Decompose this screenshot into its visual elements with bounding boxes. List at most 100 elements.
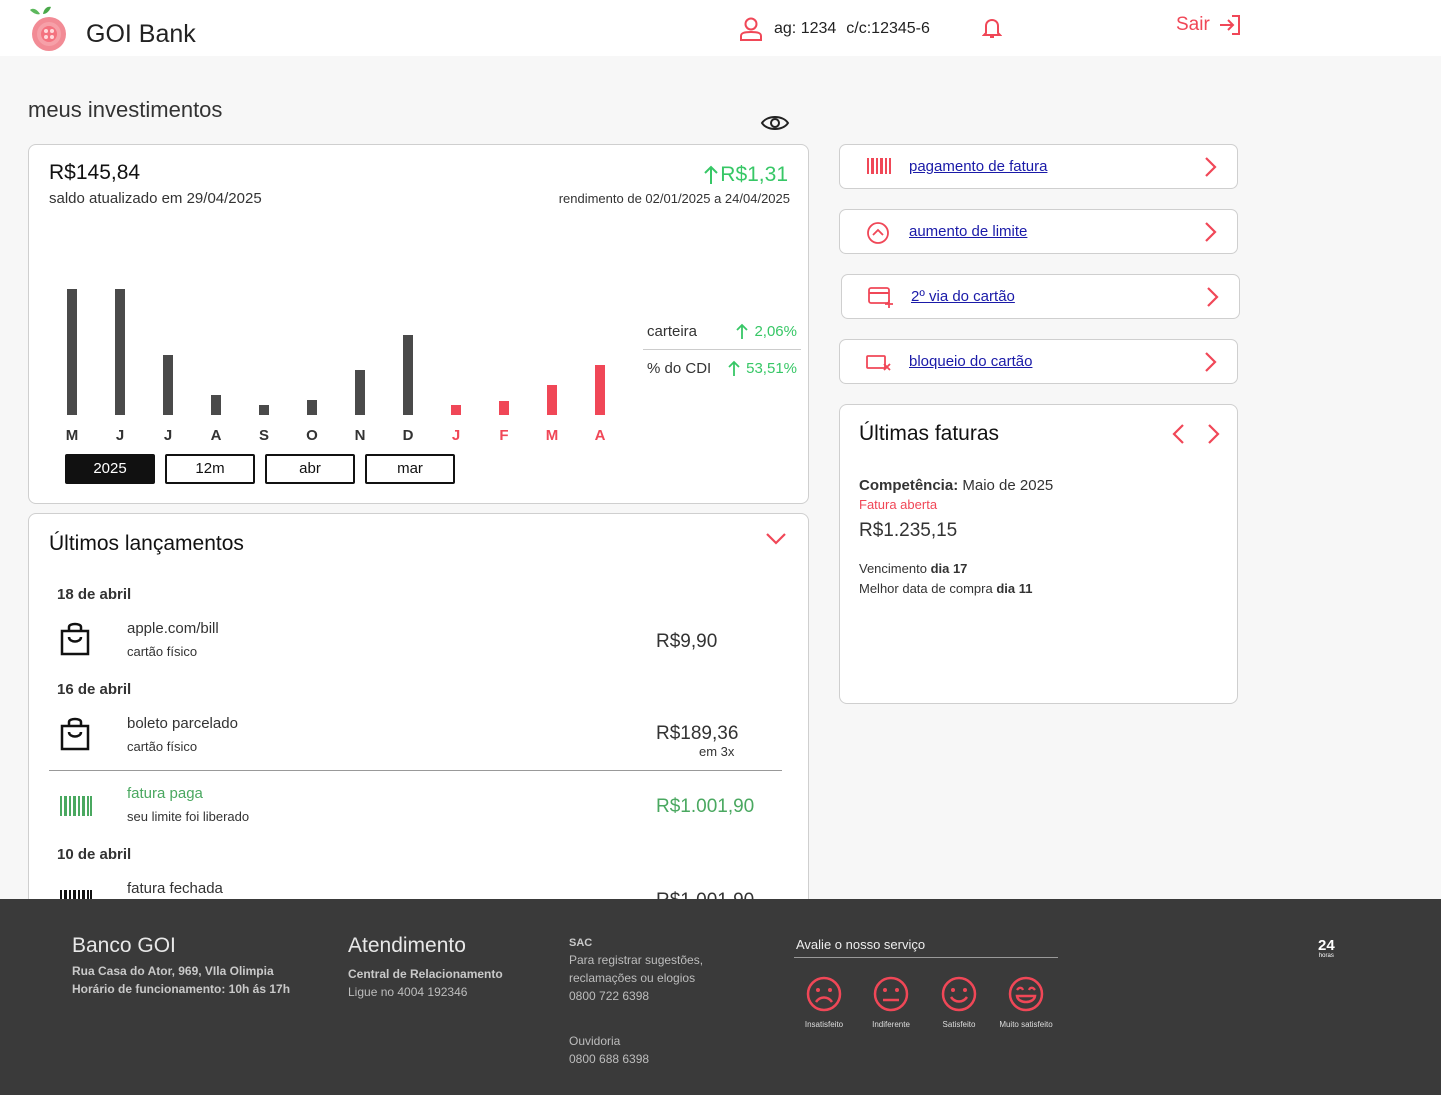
chart-bar [259, 405, 269, 415]
invoices-card: Últimas faturas Competência: Maio de 202… [839, 404, 1238, 704]
quick-action-label[interactable]: 2º via do cartão [911, 288, 1015, 305]
arrow-up-icon [728, 360, 740, 376]
24h-badge: 24 horas [1318, 938, 1335, 959]
neutral-face-icon [873, 976, 909, 1012]
rating-indifferent-button[interactable]: Indiferente [856, 975, 926, 1029]
brand-name: GOI Bank [86, 20, 196, 48]
logout-button[interactable]: Sair [1176, 14, 1242, 36]
stat-value: 53,51% [746, 359, 797, 377]
yield-period: rendimento de 02/01/2025 a 24/04/2025 [558, 191, 790, 206]
competence-value: Maio de 2025 [962, 477, 1054, 494]
footer-service-title: Atendimento [348, 934, 466, 957]
rating-label: Muito satisfeito [999, 1020, 1053, 1029]
chevron-right-icon [1205, 157, 1217, 177]
rating-label: Insatisfeito [804, 1020, 844, 1029]
installments-label: em 3x [699, 744, 735, 759]
barcode-icon [60, 796, 92, 816]
bell-icon[interactable] [982, 17, 1002, 39]
balance-date: saldo atualizado em 29/04/2025 [49, 190, 262, 207]
footer-service-sub: Central de Relacionamento [348, 967, 503, 981]
transaction-value: R$1.001,90 [656, 796, 755, 817]
chart-tick-label: F [499, 427, 509, 444]
chart-bar [403, 335, 413, 415]
quick-action-label[interactable]: pagamento de fatura [909, 158, 1047, 175]
chart-bar [67, 289, 77, 415]
rating-satisfied-button[interactable]: Satisfeito [924, 975, 994, 1029]
chart-bar [451, 405, 461, 415]
invoices-title: Últimas faturas [859, 422, 1000, 445]
invoice-status: Fatura aberta [859, 497, 938, 512]
transaction-value: R$189,36 [656, 723, 739, 744]
quick-action-label[interactable]: bloqueio do cartão [909, 353, 1032, 370]
transaction-title: boleto parcelado [127, 715, 238, 732]
chart-tick-label: N [354, 427, 366, 444]
guava-logo [30, 6, 66, 51]
chart-bar [595, 365, 605, 415]
chevron-left-icon[interactable] [1172, 423, 1186, 445]
filter-mar-button[interactable]: mar [365, 454, 455, 484]
transactions-title: Últimos lançamentos [49, 532, 244, 555]
shopping-bag-icon [60, 717, 90, 751]
transaction-title: fatura paga [127, 785, 203, 802]
quick-action-label[interactable]: aumento de limite [909, 223, 1027, 240]
logout-label: Sair [1176, 14, 1210, 35]
account-info: ag: 1234 c/c:12345-6 [738, 17, 930, 41]
best-date-value: dia 11 [996, 581, 1033, 596]
chevron-right-icon[interactable] [1206, 423, 1220, 445]
arrow-up-circle-icon [867, 222, 889, 244]
due-value: dia 17 [930, 561, 968, 576]
quick-action-invoice-payment[interactable]: pagamento de fatura [839, 144, 1238, 189]
footer-sac-title: SAC [569, 937, 593, 949]
competence-label: Competência: [859, 477, 959, 494]
filter-2025-button[interactable]: 2025 [65, 454, 155, 484]
transaction-subtitle: cartão físico [127, 644, 198, 659]
chart-tick-label: A [594, 427, 606, 444]
shopping-bag-icon [60, 622, 90, 656]
agency-number: ag: 1234 [774, 20, 837, 37]
chart-tick-label: J [451, 427, 461, 444]
transactions-card: Últimos lançamentos 18 de abril apple.co… [28, 513, 809, 933]
laugh-face-icon [1008, 976, 1044, 1012]
stat-cdi: % do CDI 53,51% [647, 350, 797, 386]
quick-action-limit-increase[interactable]: aumento de limite [839, 209, 1238, 254]
chart-bar [355, 370, 365, 415]
chart-tick-label: S [258, 427, 269, 444]
transaction-title: apple.com/bill [127, 620, 219, 637]
footer-bank-name: Banco GOI [72, 934, 176, 957]
chevron-down-icon[interactable] [765, 530, 787, 546]
transaction-date: 18 de abril [57, 586, 132, 603]
rating-very-satisfied-button[interactable]: Muito satisfeito [991, 975, 1061, 1029]
rating-unsatisfied-button[interactable]: Insatisfeito [789, 975, 859, 1029]
rating-label: Satisfeito [942, 1020, 976, 1029]
chart-tick-label: D [402, 427, 414, 444]
quick-action-card-copy[interactable]: 2º via do cartão [841, 274, 1240, 319]
yield-value: R$1,31 [702, 163, 788, 187]
filter-12m-button[interactable]: 12m [165, 454, 255, 484]
chart-bar [163, 355, 173, 415]
sad-face-icon [806, 976, 842, 1012]
rating-divider [794, 957, 1058, 958]
footer-service-phone: Ligue no 4004 192346 [348, 985, 468, 999]
quick-action-card-block[interactable]: bloqueio do cartão [839, 339, 1238, 384]
footer-sac-line: reclamações ou elogios [569, 971, 696, 985]
transaction-date: 16 de abril [57, 681, 132, 698]
stat-value: 2,06% [754, 322, 797, 340]
chart-tick-label: A [210, 427, 222, 444]
footer-sac-line: Para registrar sugestões, [569, 953, 704, 967]
chart-tick-label: M [65, 427, 79, 444]
chevron-right-icon [1205, 222, 1217, 242]
transaction-subtitle: seu limite foi liberado [127, 809, 250, 824]
chart-bar [211, 395, 221, 415]
filter-abr-button[interactable]: abr [265, 454, 355, 484]
chart-tick-label: J [115, 427, 125, 444]
period-filters: 2025 12m abr mar [65, 454, 455, 484]
due-label: Vencimento [859, 561, 927, 576]
barcode-icon [867, 158, 891, 174]
transaction-title: fatura fechada [127, 880, 223, 897]
top-header: GOI Bank ag: 1234 c/c:12345-6 Sair [0, 0, 1441, 56]
badge-label: horas [1318, 953, 1334, 959]
invoice-amount: R$1.235,15 [859, 520, 958, 541]
investments-card: R$145,84 saldo atualizado em 29/04/2025 … [28, 144, 809, 504]
eye-icon[interactable] [760, 112, 790, 134]
card-plus-icon [868, 287, 893, 308]
